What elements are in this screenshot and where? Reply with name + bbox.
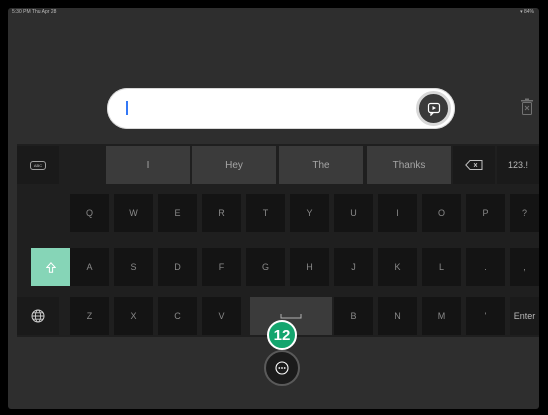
- globe-key[interactable]: [17, 297, 59, 335]
- text-input[interactable]: [107, 88, 455, 129]
- globe-icon: [31, 309, 45, 323]
- screen: 5:30 PM Thu Apr 28 ▾ 84% ABC I Hey The T…: [8, 8, 539, 409]
- letter-key[interactable]: A: [70, 248, 109, 286]
- comma-key[interactable]: ,: [510, 248, 539, 286]
- text-caret: [126, 101, 128, 115]
- letter-key[interactable]: H: [290, 248, 329, 286]
- suggestion-key[interactable]: The: [279, 146, 363, 184]
- more-icon: [275, 361, 289, 375]
- letter-key[interactable]: Z: [70, 297, 109, 335]
- enter-key[interactable]: Enter: [510, 297, 539, 335]
- status-battery: ▾ 84%: [520, 9, 534, 15]
- letter-key[interactable]: G: [246, 248, 285, 286]
- letter-key[interactable]: J: [334, 248, 373, 286]
- blank-key: [17, 194, 59, 232]
- letter-key[interactable]: V: [202, 297, 241, 335]
- abc-key[interactable]: ABC: [17, 146, 59, 184]
- letter-key[interactable]: X: [114, 297, 153, 335]
- letter-key[interactable]: U: [334, 194, 373, 232]
- send-icon: [427, 102, 440, 116]
- shift-key[interactable]: [31, 248, 70, 286]
- letter-key[interactable]: Y: [290, 194, 329, 232]
- letter-key[interactable]: O: [422, 194, 461, 232]
- letter-key[interactable]: W: [114, 194, 153, 232]
- space-icon: [280, 314, 302, 319]
- trash-icon: [521, 98, 533, 115]
- letter-key[interactable]: S: [114, 248, 153, 286]
- keyboard: ABC I Hey The Thanks 123.! Q W E R T Y U…: [17, 144, 539, 337]
- backspace-icon: [465, 160, 483, 170]
- letter-key[interactable]: ?: [510, 194, 539, 232]
- letter-key[interactable]: Q: [70, 194, 109, 232]
- step-badge: 12: [267, 320, 297, 350]
- period-key[interactable]: .: [466, 248, 505, 286]
- letter-key[interactable]: L: [422, 248, 461, 286]
- suggestion-key[interactable]: Thanks: [367, 146, 451, 184]
- letter-key[interactable]: I: [378, 194, 417, 232]
- suggestion-key[interactable]: I: [106, 146, 190, 184]
- letter-key[interactable]: T: [246, 194, 285, 232]
- shift-icon: [45, 261, 56, 273]
- letter-key[interactable]: N: [378, 297, 417, 335]
- apostrophe-key[interactable]: ': [466, 297, 505, 335]
- letter-key[interactable]: C: [158, 297, 197, 335]
- abc-key-label: ABC: [29, 160, 47, 170]
- letter-key[interactable]: B: [334, 297, 373, 335]
- status-time-date: 5:30 PM Thu Apr 28: [12, 9, 57, 15]
- numbers-key[interactable]: 123.!: [497, 146, 539, 184]
- trash-button[interactable]: [520, 98, 534, 116]
- send-button[interactable]: [416, 91, 451, 126]
- letter-key[interactable]: P: [466, 194, 505, 232]
- more-button[interactable]: [264, 350, 300, 386]
- letter-key[interactable]: F: [202, 248, 241, 286]
- backspace-key[interactable]: [453, 146, 495, 184]
- letter-key[interactable]: K: [378, 248, 417, 286]
- letter-key[interactable]: D: [158, 248, 197, 286]
- letter-key[interactable]: M: [422, 297, 461, 335]
- blank-key: [60, 146, 103, 184]
- letter-key[interactable]: R: [202, 194, 241, 232]
- letter-key[interactable]: E: [158, 194, 197, 232]
- suggestion-key[interactable]: Hey: [192, 146, 276, 184]
